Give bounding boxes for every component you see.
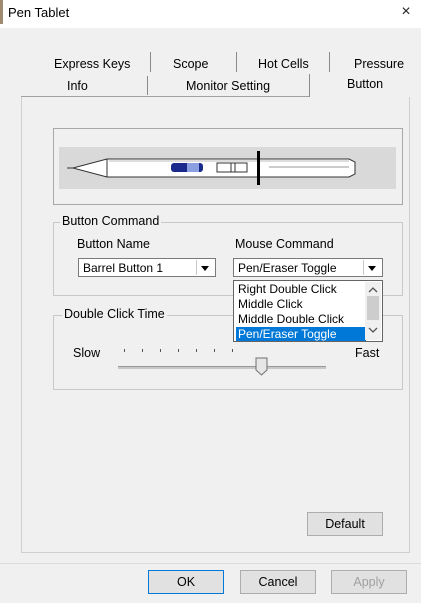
- tab-divider: [329, 52, 330, 72]
- tab-scope[interactable]: Scope: [173, 57, 208, 71]
- close-icon[interactable]: ×: [395, 3, 417, 21]
- tab-info[interactable]: Info: [67, 79, 88, 93]
- button-command-legend: Button Command: [60, 214, 162, 228]
- chevron-down-icon: [368, 327, 378, 333]
- dropdown-option-selected[interactable]: Pen/Eraser Toggle: [236, 327, 366, 341]
- tab-divider: [150, 52, 151, 72]
- tab-divider: [309, 74, 310, 97]
- pen-illustration: [53, 128, 403, 205]
- slider-thumb[interactable]: [255, 357, 268, 376]
- window-edge: [0, 0, 3, 24]
- default-button[interactable]: Default: [307, 512, 383, 536]
- mouse-command-dropdown-list[interactable]: Right Double Click Middle Click Middle D…: [233, 280, 383, 342]
- cancel-button[interactable]: Cancel: [240, 570, 316, 594]
- apply-button[interactable]: Apply: [331, 570, 407, 594]
- window-title: Pen Tablet: [8, 5, 70, 20]
- ok-button[interactable]: OK: [148, 570, 224, 594]
- tab-divider: [147, 76, 148, 95]
- tab-divider: [236, 52, 237, 72]
- button-name-label: Button Name: [77, 237, 150, 251]
- double-click-time-legend: Double Click Time: [62, 307, 167, 321]
- dropdown-option[interactable]: Middle Double Click: [236, 312, 366, 326]
- tab-express-keys[interactable]: Express Keys: [54, 57, 130, 71]
- chevron-down-icon[interactable]: [196, 260, 214, 275]
- mouse-command-label: Mouse Command: [235, 237, 334, 251]
- chevron-down-icon[interactable]: [363, 260, 381, 275]
- bottom-separator: [0, 563, 421, 564]
- pen-icon: [67, 151, 356, 185]
- mouse-command-select[interactable]: Pen/Eraser Toggle: [233, 258, 383, 277]
- tab-hot-cells[interactable]: Hot Cells: [258, 57, 309, 71]
- tab-pressure[interactable]: Pressure: [354, 57, 404, 71]
- tab-monitor-setting[interactable]: Monitor Setting: [186, 79, 270, 93]
- slider-track[interactable]: [118, 366, 326, 369]
- button-name-value: Barrel Button 1: [83, 261, 164, 275]
- dropdown-option[interactable]: Middle Click: [236, 297, 366, 311]
- mouse-command-value: Pen/Eraser Toggle: [238, 261, 337, 275]
- pen-image-background: [59, 147, 396, 189]
- tab-button[interactable]: Button: [347, 77, 383, 91]
- title-bar: Pen Tablet ×: [0, 0, 421, 28]
- slow-label: Slow: [73, 346, 101, 360]
- fast-label: Fast: [355, 346, 380, 360]
- dropdown-option[interactable]: Right Double Click: [236, 282, 366, 296]
- scroll-thumb: [367, 296, 379, 320]
- button-name-select[interactable]: Barrel Button 1: [78, 258, 216, 277]
- chevron-up-icon: [368, 287, 378, 293]
- dropdown-scrollbar[interactable]: [365, 282, 381, 340]
